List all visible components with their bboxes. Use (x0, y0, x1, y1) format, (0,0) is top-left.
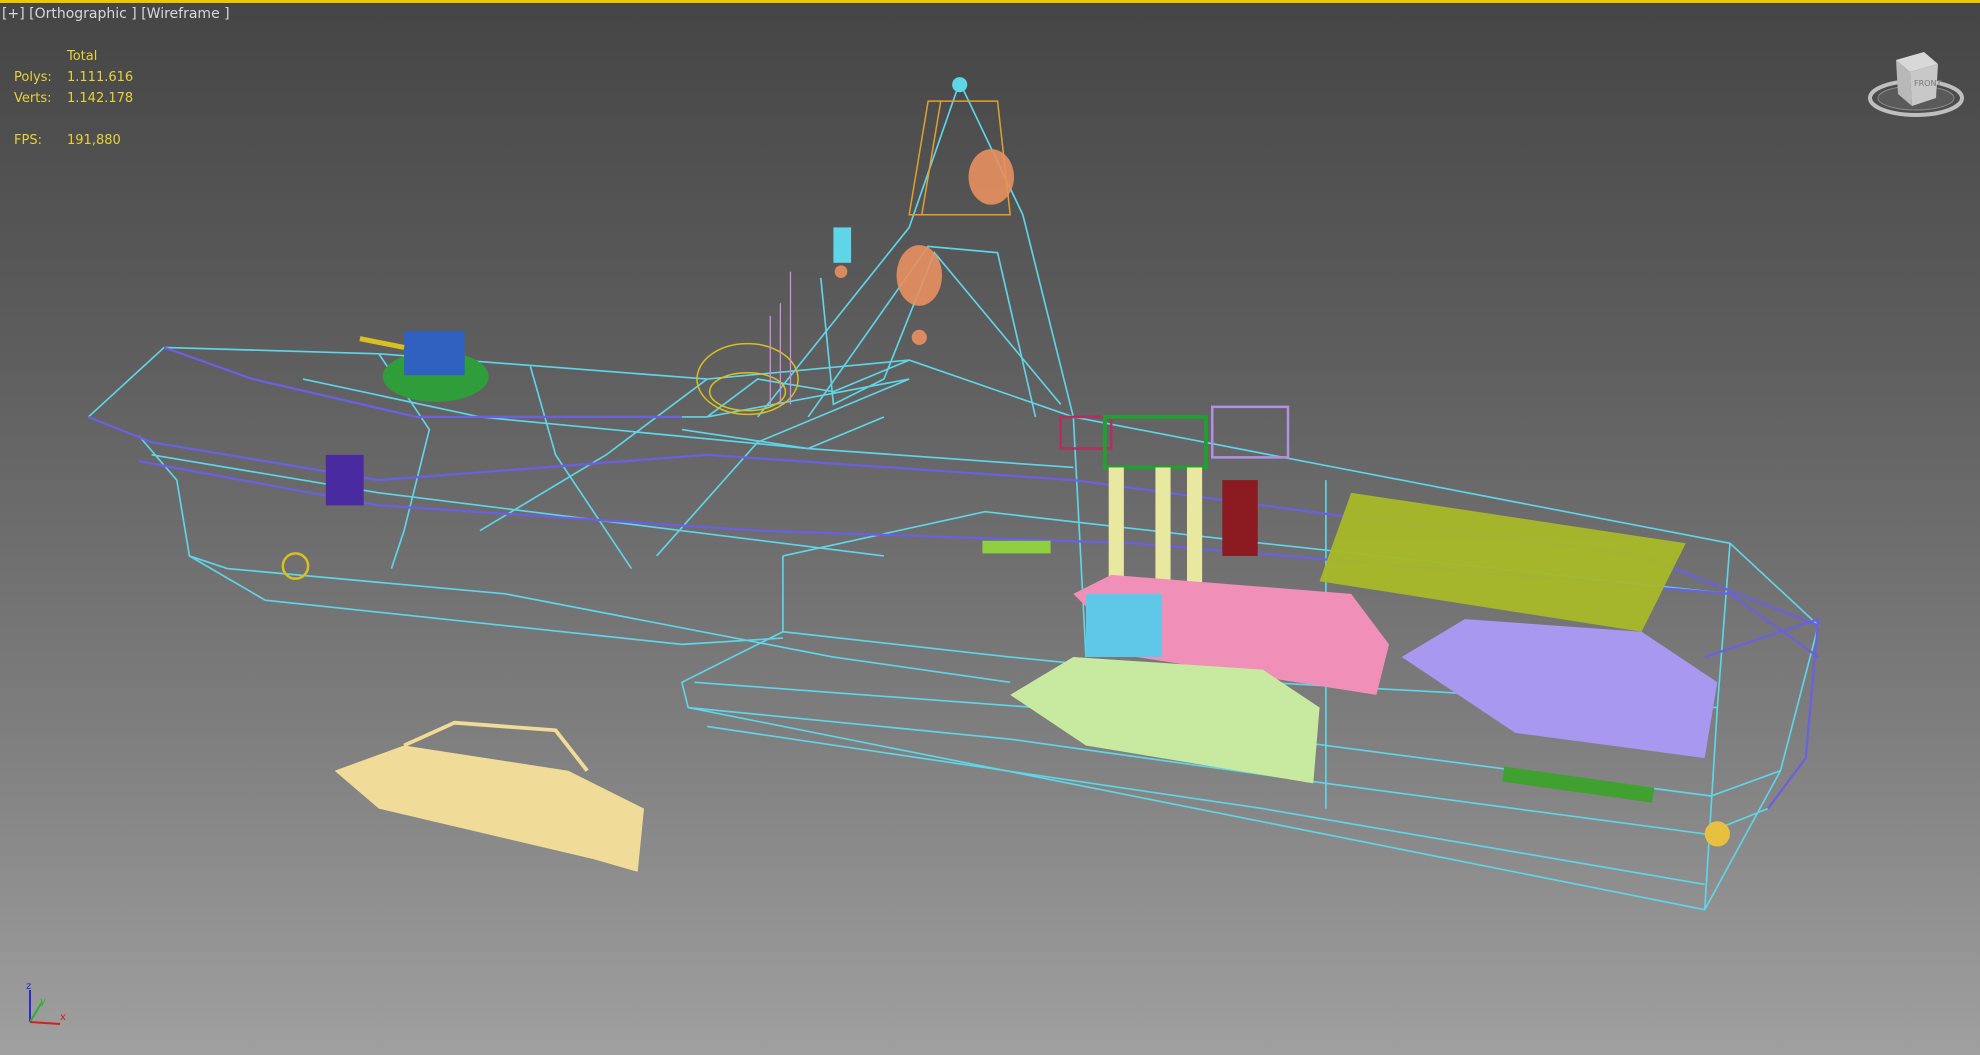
fps-label: FPS: (14, 133, 42, 148)
view-type-menu[interactable]: [Orthographic ] (29, 6, 137, 22)
viewcube-face-label: FRONT (1914, 79, 1941, 88)
deck-equipment (325, 454, 364, 506)
vent-grid (982, 540, 1051, 554)
viewport-scene[interactable] (0, 0, 1980, 1055)
shading-mode-menu[interactable]: [Wireframe ] (141, 6, 229, 22)
yellow-boat (334, 720, 645, 872)
verts-label: Verts: (14, 91, 52, 106)
axis-y-label: y (40, 996, 46, 1007)
viewport-menu-button[interactable]: [+] (2, 6, 25, 22)
verts-value: 1.142.178 (67, 91, 134, 106)
scene-statistics: Total Polys: 1.111.616 Verts: 1.142.178 FP… (14, 46, 133, 151)
axis-z-label: z (26, 981, 31, 992)
viewcube-icon[interactable]: FRONT (1862, 42, 1970, 122)
deck-rack (1502, 766, 1655, 803)
sensor-pod (833, 227, 852, 263)
stern-light (1704, 821, 1730, 847)
mast-light-icon (952, 77, 968, 93)
helideck-grid (1319, 492, 1686, 632)
axis-x-label: x (60, 1012, 66, 1023)
stats-header: Total (67, 49, 98, 64)
viewport-label: [+] [Orthographic ] [Wireframe ] (2, 6, 230, 22)
polys-label: Polys: (14, 70, 52, 85)
gun-turret (359, 331, 489, 402)
fps-value: 191,880 (67, 133, 121, 148)
polys-value: 1.111.616 (67, 70, 134, 85)
axis-tripod-icon: z y x (26, 981, 66, 1025)
